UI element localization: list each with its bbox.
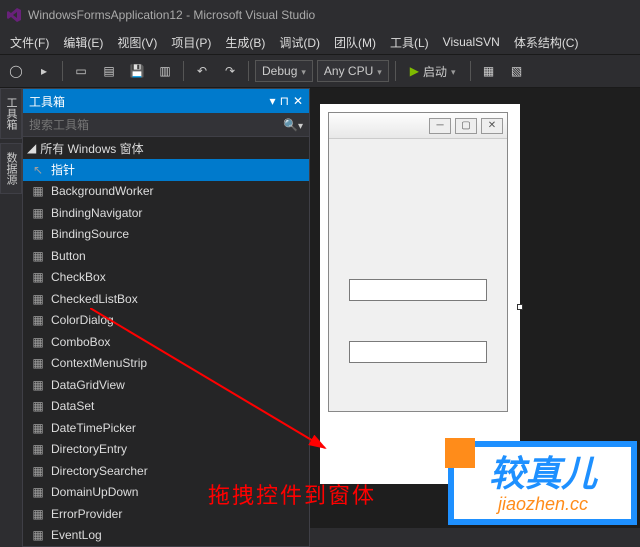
new-button[interactable]: ▭: [69, 59, 93, 83]
toolbox-pin-icon[interactable]: ⊓: [280, 94, 289, 108]
svg-text:较真儿: 较真儿: [489, 453, 599, 494]
sidebar-tab-datasource[interactable]: 数据源: [0, 143, 22, 194]
menu-file[interactable]: 文件(F): [4, 32, 55, 53]
save-button[interactable]: 💾: [125, 59, 149, 83]
toolbox-close-icon[interactable]: ✕: [293, 94, 303, 108]
toolbox-item-label: ComboBox: [51, 335, 110, 349]
toolbox-item-label: ColorDialog: [51, 313, 114, 327]
textbox-control-1[interactable]: [349, 279, 487, 301]
undo-button[interactable]: ↶: [190, 59, 214, 83]
form-window[interactable]: ─ ▢ ✕: [328, 112, 508, 412]
colordialog-icon: ▦: [31, 313, 45, 327]
toolbar: ◯ ▸ ▭ ▤ 💾 ▥ ↶ ↷ Debug Any CPU ▶启动 ▦ ▧: [0, 54, 640, 88]
toolbox-item-label: DirectorySearcher: [51, 464, 148, 478]
toolbox-item-directoryentry[interactable]: ▦ DirectoryEntry: [23, 439, 309, 461]
toolbox-item-button[interactable]: ▦ Button: [23, 245, 309, 267]
toolbox-item-label: CheckedListBox: [51, 292, 138, 306]
backgroundworker-icon: ▦: [31, 184, 45, 198]
toolbox-item-bindingnavigator[interactable]: ▦ BindingNavigator: [23, 202, 309, 224]
combobox-icon: ▦: [31, 335, 45, 349]
toolbox-item-label: BindingSource: [51, 227, 129, 241]
menu-arch[interactable]: 体系结构(C): [508, 32, 585, 53]
toolbox-item-label: DateTimePicker: [51, 421, 136, 435]
toolbox-title: 工具箱: [29, 93, 65, 110]
nav-fwd-button[interactable]: ▸: [32, 59, 56, 83]
menu-tools[interactable]: 工具(L): [384, 32, 435, 53]
search-icon[interactable]: 🔍▾: [283, 118, 303, 132]
toolbox-item-label: BackgroundWorker: [51, 184, 154, 198]
checkbox-icon: ▦: [31, 270, 45, 284]
selection-handle[interactable]: [517, 304, 523, 310]
toolbox-item-contextmenustrip[interactable]: ▦ ContextMenuStrip: [23, 353, 309, 375]
toolbox-item-label: Button: [51, 249, 86, 263]
指针-icon: ↖: [31, 163, 45, 177]
datagridview-icon: ▦: [31, 378, 45, 392]
button-icon: ▦: [31, 249, 45, 263]
menu-view[interactable]: 视图(V): [111, 32, 163, 53]
platform-combo[interactable]: Any CPU: [317, 60, 389, 82]
menu-build[interactable]: 生成(B): [219, 32, 271, 53]
toolbox-item-label: EventLog: [51, 528, 102, 542]
dataset-icon: ▦: [31, 399, 45, 413]
menu-debug[interactable]: 调试(D): [273, 32, 326, 53]
bindingsource-icon: ▦: [31, 227, 45, 241]
menu-project[interactable]: 项目(P): [165, 32, 217, 53]
checkedlistbox-icon: ▦: [31, 292, 45, 306]
toolbox-search-input[interactable]: [29, 118, 303, 132]
domainupdown-icon: ▦: [31, 485, 45, 499]
eventlog-icon: ▦: [31, 528, 45, 542]
directorysearcher-icon: ▦: [31, 464, 45, 478]
toolbox-item-bindingsource[interactable]: ▦ BindingSource: [23, 224, 309, 246]
menu-team[interactable]: 团队(M): [328, 32, 382, 53]
toolbox-item-datagridview[interactable]: ▦ DataGridView: [23, 374, 309, 396]
toolbox-item-backgroundworker[interactable]: ▦ BackgroundWorker: [23, 181, 309, 203]
form-designer[interactable]: ─ ▢ ✕: [320, 104, 520, 484]
sidebar-tab-toolbox[interactable]: 工具箱: [0, 88, 22, 139]
config-combo[interactable]: Debug: [255, 60, 313, 82]
toolbox-item-label: DirectoryEntry: [51, 442, 127, 456]
toolbox-item-指针[interactable]: ↖ 指针: [23, 159, 309, 181]
toolbox-item-label: DataGridView: [51, 378, 125, 392]
nav-back-button[interactable]: ◯: [4, 59, 28, 83]
redo-button[interactable]: ↷: [218, 59, 242, 83]
toolbox-item-datetimepicker[interactable]: ▦ DateTimePicker: [23, 417, 309, 439]
toolbox-item-label: DataSet: [51, 399, 94, 413]
toolbox-item-label: DomainUpDown: [51, 485, 138, 499]
toolbox-item-label: ErrorProvider: [51, 507, 122, 521]
toolbox-item-colordialog[interactable]: ▦ ColorDialog: [23, 310, 309, 332]
toolbox-item-label: ContextMenuStrip: [51, 356, 147, 370]
watermark: 较真儿 jiaozhen.cc: [445, 438, 640, 528]
open-button[interactable]: ▤: [97, 59, 121, 83]
toolbox-item-label: BindingNavigator: [51, 206, 142, 220]
toolbox-item-label: CheckBox: [51, 270, 106, 284]
toolbox-dropdown-icon[interactable]: ▾: [270, 94, 276, 108]
toolbox-item-checkedlistbox[interactable]: ▦ CheckedListBox: [23, 288, 309, 310]
contextmenustrip-icon: ▦: [31, 356, 45, 370]
textbox-control-2[interactable]: [349, 341, 487, 363]
toolbox-item-checkbox[interactable]: ▦ CheckBox: [23, 267, 309, 289]
errorprovider-icon: ▦: [31, 507, 45, 521]
collapse-icon: ◢: [27, 141, 36, 155]
save-all-button[interactable]: ▥: [153, 59, 177, 83]
bindingnavigator-icon: ▦: [31, 206, 45, 220]
svg-text:jiaozhen.cc: jiaozhen.cc: [495, 494, 588, 514]
minimize-icon[interactable]: ─: [429, 118, 451, 134]
datetimepicker-icon: ▦: [31, 421, 45, 435]
toolbox-category[interactable]: ◢ 所有 Windows 窗体: [23, 137, 309, 159]
toolbox-item-combobox[interactable]: ▦ ComboBox: [23, 331, 309, 353]
start-debug-button[interactable]: ▶启动: [402, 61, 464, 82]
close-icon[interactable]: ✕: [481, 118, 503, 134]
toolbox-item-dataset[interactable]: ▦ DataSet: [23, 396, 309, 418]
annotation-text: 拖拽控件到窗体: [208, 478, 376, 510]
menu-visualsvn[interactable]: VisualSVN: [437, 33, 506, 51]
menu-bar: 文件(F) 编辑(E) 视图(V) 项目(P) 生成(B) 调试(D) 团队(M…: [0, 30, 640, 54]
toolbox-item-label: 指针: [51, 161, 75, 178]
window-title: WindowsFormsApplication12 - Microsoft Vi…: [28, 8, 315, 22]
tool-icon[interactable]: ▦: [477, 59, 501, 83]
directoryentry-icon: ▦: [31, 442, 45, 456]
tool2-icon[interactable]: ▧: [505, 59, 529, 83]
vs-logo-icon: [6, 7, 22, 23]
menu-edit[interactable]: 编辑(E): [57, 32, 109, 53]
maximize-icon[interactable]: ▢: [455, 118, 477, 134]
